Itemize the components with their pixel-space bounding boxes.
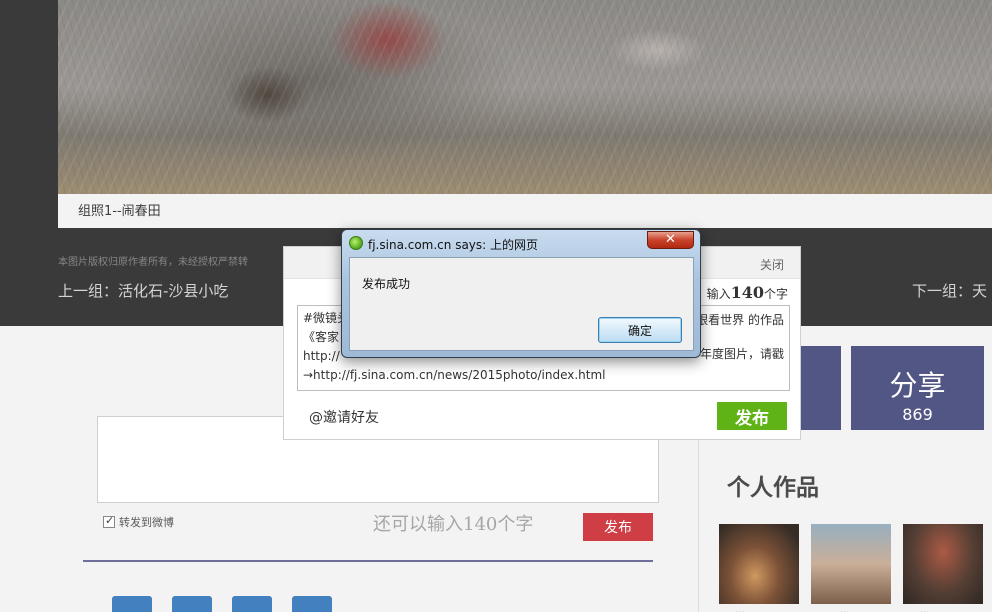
alert-message: 发布成功	[362, 277, 411, 291]
alert-body: 发布成功 确定	[349, 257, 694, 351]
share-text-line: →http://fj.sina.com.cn/news/2015photo/in…	[303, 368, 606, 382]
alert-close-button[interactable]: ✕	[647, 231, 694, 249]
share-text-fragment: 年度图片，请戳	[699, 347, 784, 361]
share-text-fragment: 眼看世界 的作品	[696, 313, 784, 327]
browser-icon	[349, 236, 363, 250]
alert-ok-button[interactable]: 确定	[598, 317, 682, 343]
share-publish-button[interactable]: 发布	[717, 402, 787, 430]
share-remaining-count: 输入140个字	[706, 283, 788, 302]
browser-alert-dialog: fj.sina.com.cn says: 上的网页 ✕ 发布成功 确定	[341, 229, 701, 358]
invite-friends-link[interactable]: @邀请好友	[309, 407, 379, 427]
share-close-link[interactable]: 关闭	[760, 256, 784, 273]
alert-title: fj.sina.com.cn says: 上的网页	[368, 238, 539, 252]
